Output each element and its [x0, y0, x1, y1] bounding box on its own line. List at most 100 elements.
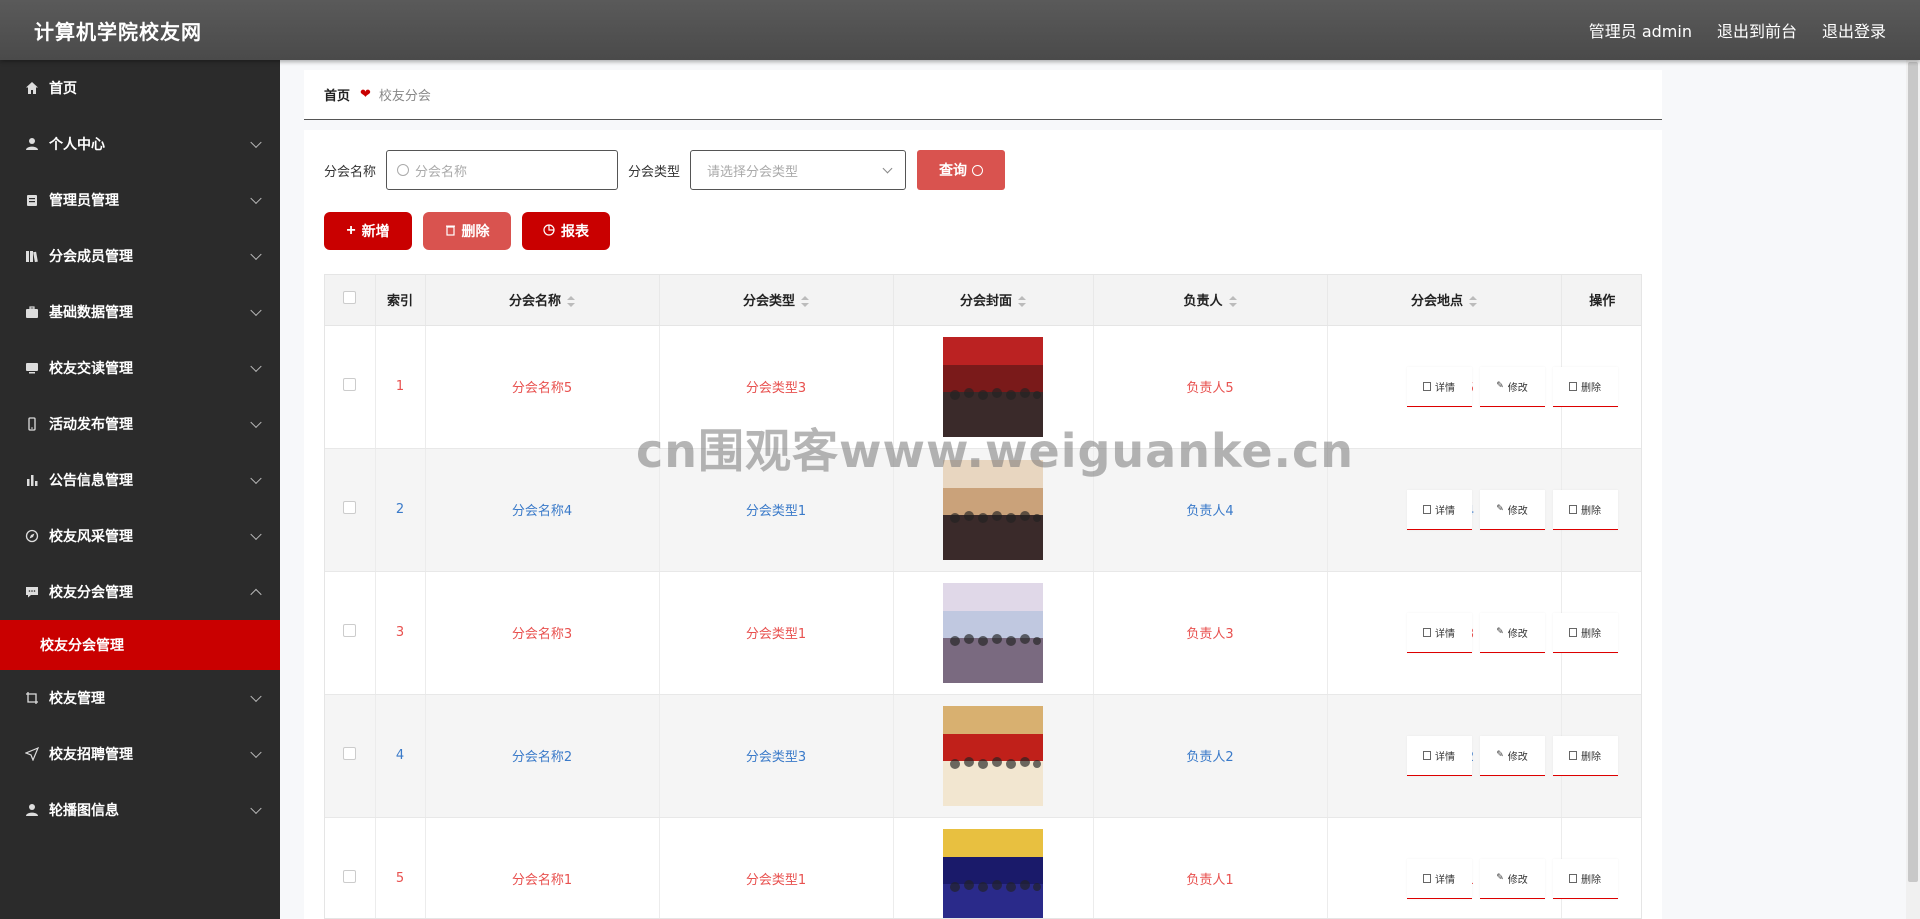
row-branch-type: 分会类型1 — [659, 448, 894, 572]
row-delete-button[interactable]: 删除 — [1552, 489, 1618, 530]
edit-button[interactable]: ✎ 修改 — [1479, 858, 1545, 899]
column-header-type[interactable]: 分会类型 — [659, 275, 894, 326]
row-delete-button[interactable]: 删除 — [1552, 858, 1618, 899]
pencil-icon: ✎ — [1496, 627, 1504, 637]
sort-icon — [1469, 296, 1477, 308]
branch-cover-image[interactable] — [943, 705, 1043, 806]
edit-button[interactable]: ✎ 修改 — [1479, 735, 1545, 776]
sidebar-item-label: 校友分会管理 — [49, 585, 133, 601]
sidebar-item-admin[interactable]: 管理员管理 — [0, 172, 280, 228]
branch-type-label: 分会类型 — [628, 164, 681, 180]
row-delete-button[interactable]: 删除 — [1552, 735, 1618, 776]
branch-name-label: 分会名称 — [324, 164, 377, 180]
branch-cover-image[interactable] — [943, 582, 1043, 683]
edit-button[interactable]: ✎ 修改 — [1479, 489, 1545, 530]
detail-button[interactable]: 详情 — [1406, 858, 1472, 899]
scrollbar-thumb[interactable] — [1908, 62, 1918, 882]
sidebar-subitem-branch-manage[interactable]: 校友分会管理 — [0, 620, 280, 670]
row-checkbox[interactable] — [343, 747, 357, 760]
column-header-name[interactable]: 分会名称 — [425, 275, 660, 326]
document-icon — [1423, 381, 1431, 391]
sidebar-item-carousel[interactable]: 轮播图信息 — [0, 782, 280, 838]
crop-icon — [24, 690, 40, 706]
detail-button[interactable]: 详情 — [1406, 612, 1472, 653]
sort-icon — [1228, 296, 1237, 308]
pencil-icon: ✎ — [1496, 750, 1504, 760]
edit-button[interactable]: ✎ 修改 — [1479, 366, 1545, 407]
add-button[interactable]: + 新增 — [324, 212, 412, 250]
row-delete-label: 删除 — [1581, 874, 1601, 886]
sidebar-item-alumni-style[interactable]: 校友风采管理 — [0, 508, 280, 564]
row-delete-label: 删除 — [1581, 382, 1601, 394]
row-delete-button[interactable]: 删除 — [1552, 366, 1618, 407]
header-label: 负责人 — [1183, 294, 1223, 310]
edit-button[interactable]: ✎ 修改 — [1479, 612, 1545, 653]
branch-name-input[interactable]: 分会名称 — [386, 150, 619, 190]
sidebar-item-alumni[interactable]: 校友管理 — [0, 670, 280, 726]
pencil-icon: ✎ — [1496, 873, 1504, 883]
row-actions-cell: 详情 ✎ 修改 删除 — [1406, 448, 1641, 572]
sidebar-item-alumni-branch[interactable]: 校友分会管理 — [0, 564, 280, 620]
branch-cover-image[interactable] — [943, 828, 1043, 918]
column-header-leader[interactable]: 负责人 — [1093, 275, 1328, 326]
detail-button[interactable]: 详情 — [1406, 366, 1472, 407]
document-icon — [1423, 873, 1431, 883]
row-branch-name: 分会名称3 — [425, 571, 660, 695]
row-branch-type: 分会类型1 — [659, 571, 894, 695]
row-checkbox[interactable] — [343, 870, 357, 883]
branch-cover-image[interactable] — [943, 459, 1043, 560]
sidebar-item-home[interactable]: 首页 — [0, 60, 280, 116]
add-button-label: 新增 — [361, 223, 390, 239]
sidebar-item-alumni-exchange[interactable]: 校友交读管理 — [0, 340, 280, 396]
column-header-index: 索引 — [375, 275, 426, 326]
header-links: 管理员 admin 退出到前台 退出登录 — [1589, 18, 1886, 42]
row-delete-button[interactable]: 删除 — [1552, 612, 1618, 653]
query-button[interactable]: 查询 — [917, 150, 1006, 190]
sidebar-item-basic-data[interactable]: 基础数据管理 — [0, 284, 280, 340]
column-header-actions: 操作 — [1561, 275, 1641, 326]
detail-label: 详情 — [1435, 382, 1455, 394]
sort-icon — [1018, 296, 1026, 308]
edit-label: 修改 — [1507, 382, 1528, 394]
admin-user-label[interactable]: 管理员 admin — [1589, 18, 1692, 42]
sidebar-item-activity[interactable]: 活动发布管理 — [0, 396, 280, 452]
plus-icon: + — [346, 222, 356, 239]
sidebar-item-announcement[interactable]: 公告信息管理 — [0, 452, 280, 508]
breadcrumb-home[interactable]: 首页 — [324, 85, 350, 104]
scrollbar-track[interactable] — [1906, 60, 1920, 919]
logout-link[interactable]: 退出登录 — [1822, 18, 1886, 42]
header-label: 分会类型 — [742, 294, 795, 310]
branch-type-select[interactable]: 请选择分会类型 — [690, 150, 907, 190]
sidebar-item-label: 基础数据管理 — [49, 305, 133, 321]
sidebar-item-branch-members[interactable]: 分会成员管理 — [0, 228, 280, 284]
sidebar-item-label: 首页 — [49, 81, 77, 97]
delete-button[interactable]: 删除 — [423, 212, 511, 250]
column-header-place[interactable]: 分会地点 — [1327, 275, 1562, 326]
trash-icon — [1569, 750, 1577, 760]
sort-icon — [801, 296, 809, 308]
select-all-checkbox[interactable] — [343, 291, 357, 305]
edit-label: 修改 — [1507, 874, 1528, 886]
report-button[interactable]: 报表 — [522, 212, 610, 250]
clipboard-icon — [24, 192, 40, 208]
row-branch-name: 分会名称1 — [425, 817, 660, 918]
exit-to-front-link[interactable]: 退出到前台 — [1717, 18, 1797, 42]
row-actions-cell: 详情 ✎ 修改 删除 — [1406, 325, 1641, 449]
detail-button[interactable]: 详情 — [1406, 735, 1472, 776]
action-row: + 新增 删除 报表 — [324, 212, 610, 250]
row-select-cell — [325, 571, 376, 695]
row-checkbox[interactable] — [343, 624, 357, 637]
chevron-up-icon — [250, 588, 262, 601]
row-checkbox[interactable] — [343, 501, 357, 514]
branch-cover-image[interactable] — [943, 336, 1043, 437]
sidebar-item-recruitment[interactable]: 校友招聘管理 — [0, 726, 280, 782]
row-checkbox[interactable] — [343, 378, 357, 391]
branch-name-placeholder: 分会名称 — [415, 164, 468, 180]
detail-button[interactable]: 详情 — [1406, 489, 1472, 530]
row-select-cell — [325, 694, 376, 818]
row-actions-cell: 详情 ✎ 修改 删除 — [1406, 571, 1641, 695]
header-label: 分会封面 — [959, 294, 1012, 310]
sidebar-item-personal-center[interactable]: 个人中心 — [0, 116, 280, 172]
column-header-cover[interactable]: 分会封面 — [893, 275, 1094, 326]
chevron-down-icon — [250, 136, 262, 149]
